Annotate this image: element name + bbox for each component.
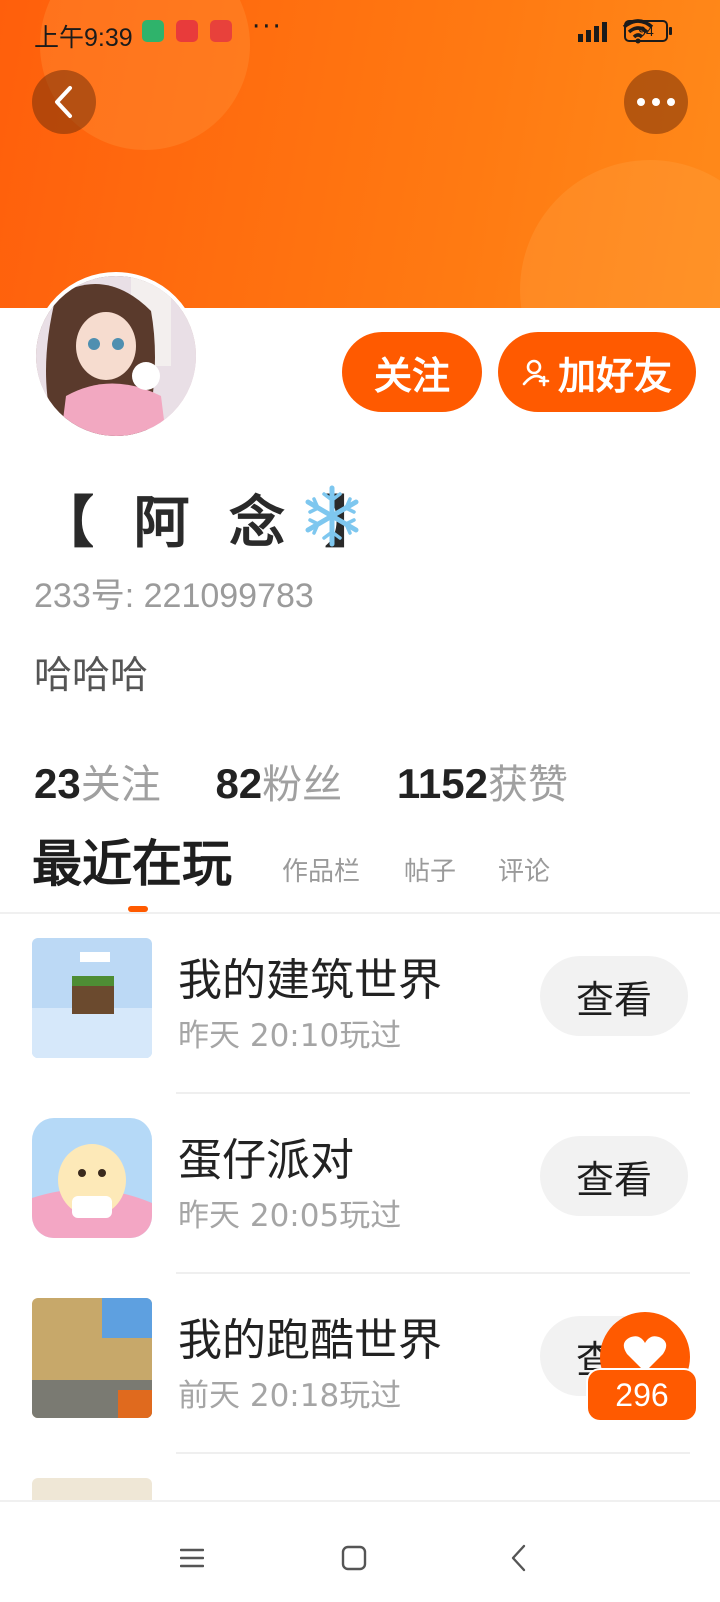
- stat-label: 关注: [80, 762, 161, 808]
- recent-apps-button[interactable]: [172, 1538, 212, 1578]
- avatar[interactable]: [32, 272, 200, 440]
- profile-stats: 23关注 82粉丝 1152获赞: [34, 752, 610, 810]
- status-time: 上午9:39: [34, 24, 133, 52]
- game-title: 我的跑酷世界: [178, 1315, 442, 1366]
- stat-likes[interactable]: 1152获赞: [397, 752, 568, 810]
- stat-followers[interactable]: 82粉丝: [215, 752, 342, 810]
- game-title: 我的建筑世界: [178, 955, 442, 1006]
- list-item[interactable]: [0, 1454, 720, 1598]
- profile-tabs: 最近在玩 作品栏 帖子 评论: [0, 835, 720, 900]
- tab-comments[interactable]: 评论: [498, 851, 550, 888]
- list-item[interactable]: 蛋仔派对 昨天 20:05玩过 查看: [0, 1094, 720, 1274]
- view-button[interactable]: 查看: [540, 956, 688, 1036]
- follow-label: 关注: [373, 353, 450, 398]
- stat-label: 粉丝: [262, 762, 343, 808]
- back-button[interactable]: [32, 70, 96, 134]
- user-bio: 哈哈哈: [34, 653, 149, 697]
- game-thumbnail: [32, 1118, 152, 1238]
- stat-number: 1152: [396, 760, 488, 807]
- chevron-left-icon: [55, 86, 72, 118]
- game-title: 蛋仔派对: [178, 1135, 354, 1186]
- chevron-left-icon: [511, 1544, 526, 1572]
- game-played-time: 昨天 20:05玩过: [178, 1198, 402, 1234]
- status-bar: 上午9:39 ··· 94: [0, 12, 720, 54]
- system-back-button[interactable]: [498, 1538, 538, 1578]
- more-options-button[interactable]: [624, 70, 688, 134]
- game-played-time: 昨天 20:10玩过: [178, 1018, 402, 1054]
- signal-icon: [578, 22, 607, 42]
- game-played-time: 前天 20:18玩过: [178, 1378, 402, 1414]
- more-notifications-icon: ···: [252, 12, 283, 42]
- app-notification-icon: [210, 20, 232, 42]
- like-count-badge: 296: [588, 1370, 696, 1420]
- follow-button[interactable]: 关注: [342, 332, 482, 412]
- list-item[interactable]: 我的建筑世界 昨天 20:10玩过 查看: [0, 914, 720, 1094]
- tab-works[interactable]: 作品栏: [282, 851, 360, 888]
- app-notification-icon: [176, 20, 198, 42]
- heart-icon: [623, 1336, 667, 1372]
- stat-number: 23: [34, 760, 81, 807]
- avatar-illustration: [36, 276, 196, 436]
- game-thumbnail: [32, 1298, 152, 1418]
- game-thumbnail: [32, 938, 152, 1058]
- square-icon: [341, 1545, 367, 1571]
- stat-label: 获赞: [488, 762, 568, 808]
- home-button[interactable]: [334, 1538, 374, 1578]
- stat-following[interactable]: 23关注: [34, 752, 161, 810]
- banner-decoration: [520, 160, 720, 308]
- menu-icon: [180, 1548, 204, 1568]
- view-button[interactable]: 查看: [540, 1136, 688, 1216]
- tab-posts[interactable]: 帖子: [404, 851, 456, 888]
- snowflake-icon: [305, 485, 359, 547]
- add-user-icon: [522, 359, 550, 387]
- tab-recently-played[interactable]: 最近在玩: [32, 824, 232, 896]
- add-friend-button[interactable]: 加好友: [498, 332, 696, 412]
- add-friend-label: 加好友: [557, 353, 672, 398]
- battery-indicator: 94: [624, 20, 672, 42]
- user-id: 233号: 221099783: [34, 577, 314, 615]
- stat-number: 82: [215, 760, 263, 807]
- shield-app-icon: [142, 20, 164, 42]
- ellipsis-icon: [637, 98, 675, 106]
- system-navigation-bar: [0, 1500, 720, 1602]
